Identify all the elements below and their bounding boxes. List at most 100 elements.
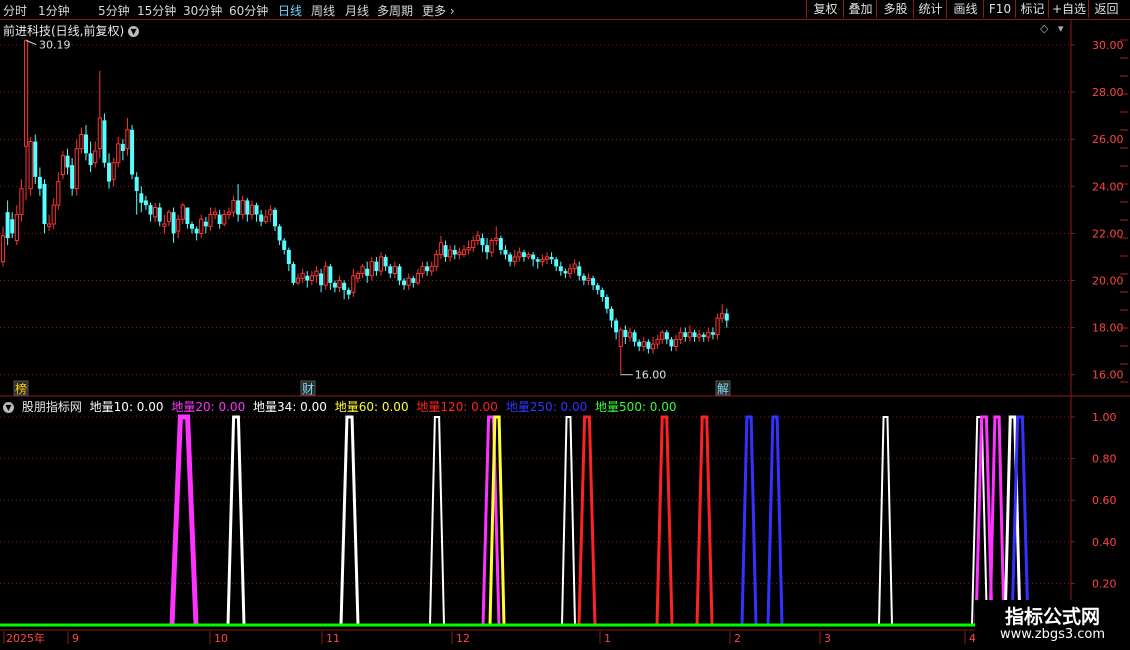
candle-body xyxy=(623,329,628,338)
legend-ground-volume-20: 地量20: 0.00 xyxy=(171,400,246,414)
candle-body xyxy=(706,331,711,338)
candle-body xyxy=(498,238,503,250)
candle-body xyxy=(517,251,522,258)
multi-stock-button[interactable]: 多股 xyxy=(876,0,914,18)
indicator-spike xyxy=(339,415,360,626)
draw-line-button[interactable]: 画线 xyxy=(946,0,984,18)
candle-body xyxy=(120,143,125,151)
period-tab-60min[interactable]: 60分钟 xyxy=(229,2,268,19)
candle-body xyxy=(268,209,273,216)
chevron-right-icon: › xyxy=(446,4,455,18)
kline-chart[interactable]: 30.00 28.00 26.00 24.00 22.00 20.00 18.00 16.00… xyxy=(0,20,1130,650)
candle-body xyxy=(102,120,107,163)
adjust-button[interactable]: 复权 xyxy=(806,0,844,18)
candle-body xyxy=(655,338,660,345)
candle-body xyxy=(365,268,370,276)
candle-body xyxy=(47,223,52,227)
mark-button[interactable]: 标记 xyxy=(1015,0,1049,18)
candle-body xyxy=(342,282,347,290)
indicator-series xyxy=(0,414,1071,627)
candle-body xyxy=(190,223,195,229)
candle-body xyxy=(176,218,181,232)
indicator-spike xyxy=(878,416,893,626)
candle-body xyxy=(632,332,637,342)
candle-body xyxy=(425,266,430,272)
candle-body xyxy=(558,266,563,272)
time-tick-label: 10 xyxy=(214,632,228,645)
candle-body xyxy=(448,249,453,258)
statistics-button[interactable]: 统计 xyxy=(913,0,947,18)
indicator-tick-label: 1.00 xyxy=(1092,411,1117,424)
indicator-tick-label: 0.80 xyxy=(1092,453,1117,466)
period-tab-daily[interactable]: 日线 xyxy=(278,2,302,19)
candle-body xyxy=(314,270,319,277)
candle-body xyxy=(554,259,559,267)
f10-button[interactable]: F10 xyxy=(983,0,1016,18)
candle-body xyxy=(572,263,577,270)
candle-body xyxy=(171,212,176,234)
indicator-tick-label: 0.40 xyxy=(1092,536,1117,549)
period-tab-30min[interactable]: 30分钟 xyxy=(183,2,222,19)
candle-body xyxy=(600,289,605,297)
legend-ground-volume-250: 地量250: 0.00 xyxy=(505,400,588,414)
period-tab-15min[interactable]: 15分钟 xyxy=(137,2,176,19)
candle-body xyxy=(521,252,526,257)
overlay-button[interactable]: 叠加 xyxy=(843,0,877,18)
period-tab-more[interactable]: 更多 › xyxy=(422,2,455,19)
indicator-spike xyxy=(695,415,714,626)
high-price-label: 30.19 xyxy=(39,39,71,52)
back-button[interactable]: 返回 xyxy=(1088,0,1124,18)
legend-ground-volume-34: 地量34: 0.00 xyxy=(253,400,327,414)
watermark: 指标公式网 www.zbgs3.com xyxy=(975,600,1130,650)
candle-body xyxy=(125,129,130,150)
time-tick-label: 9 xyxy=(72,632,79,645)
period-tab-weekly[interactable]: 周线 xyxy=(311,2,335,19)
candle-body xyxy=(300,272,305,279)
candle-body xyxy=(199,218,204,234)
candle-body xyxy=(480,238,485,246)
legend-ground-volume-500: 地量500: 0.00 xyxy=(595,400,677,414)
diamond-icon[interactable]: ◇ xyxy=(1040,22,1048,35)
candle-body xyxy=(531,254,536,260)
chevron-down-icon[interactable]: ▼ xyxy=(3,402,14,413)
candle-body xyxy=(157,207,162,222)
candle-body xyxy=(332,282,337,288)
candle-body xyxy=(56,181,61,206)
period-tab-multi[interactable]: 多周期 xyxy=(377,2,413,19)
candle-body xyxy=(485,245,490,253)
candle-body xyxy=(277,226,282,241)
candle-body xyxy=(240,199,245,216)
add-watchlist-button[interactable]: +自选 xyxy=(1048,0,1089,18)
candle-body xyxy=(683,332,688,338)
indicator-tick-label: 0.20 xyxy=(1092,577,1117,590)
period-tab-1min[interactable]: 1分钟 xyxy=(38,2,70,19)
candle-body xyxy=(581,275,586,281)
candle-body xyxy=(595,285,600,290)
candle-body xyxy=(309,275,314,282)
candle-body xyxy=(153,206,158,218)
indicator-spike xyxy=(561,416,576,626)
candle-body xyxy=(130,129,135,175)
grid-lines xyxy=(0,20,1130,650)
indicator-name[interactable]: 股朋指标网 xyxy=(22,400,82,414)
candle-body xyxy=(604,296,609,309)
chevron-down-icon[interactable]: ▾ xyxy=(1058,22,1064,35)
period-tab-monthly[interactable]: 月线 xyxy=(345,2,369,19)
chevron-down-icon[interactable]: ▼ xyxy=(128,26,140,37)
candle-body xyxy=(715,317,720,336)
period-tab-more-label: 更多 xyxy=(422,4,447,18)
candle-body xyxy=(609,308,614,321)
candle-body xyxy=(397,266,402,281)
indicator-spike xyxy=(655,415,674,626)
price-tick-label: 16.00 xyxy=(1092,369,1124,382)
candlestick-series xyxy=(0,39,729,375)
candle-body xyxy=(180,204,185,220)
candle-body xyxy=(355,272,361,279)
period-tab-5min[interactable]: 5分钟 xyxy=(98,2,130,19)
candle-body xyxy=(660,331,665,340)
candle-body xyxy=(282,240,287,250)
candle-body xyxy=(162,223,167,227)
period-tab-intraday[interactable]: 分时 xyxy=(3,2,27,19)
candle-body xyxy=(79,133,84,150)
candle-body xyxy=(143,200,148,206)
